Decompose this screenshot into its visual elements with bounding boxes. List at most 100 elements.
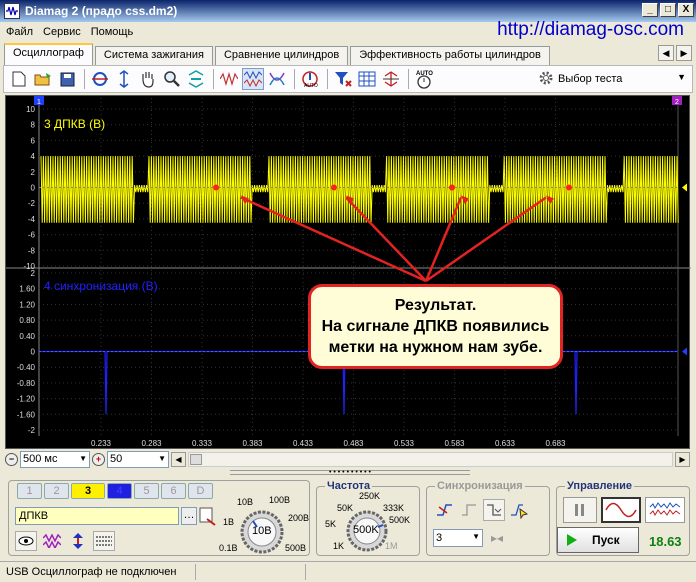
- tab-scroll-left-button[interactable]: ◀: [658, 45, 674, 61]
- sync-title: Синхронизация: [435, 480, 525, 492]
- chevron-down-icon[interactable]: ▼: [677, 72, 686, 82]
- tab-scroll-right-button[interactable]: ▶: [676, 45, 692, 61]
- sync-link-icon[interactable]: ▸◂: [491, 531, 503, 545]
- menu-service[interactable]: Сервис: [43, 26, 81, 38]
- sync-channel-combo[interactable]: 3 ▼: [433, 529, 483, 547]
- magnifier-icon[interactable]: [161, 68, 183, 90]
- zoom-out-button[interactable]: −: [5, 452, 18, 466]
- falling-edge-icon[interactable]: [458, 499, 480, 521]
- scroll-right-button[interactable]: ▶: [675, 451, 690, 467]
- save-icon[interactable]: [56, 68, 78, 90]
- timebase-combo[interactable]: 500 мс ▼: [20, 450, 90, 468]
- test-select-dropdown[interactable]: Выбор теста: [538, 68, 622, 90]
- tab-cylinder-efficiency[interactable]: Эффективность работы цилиндров: [350, 46, 550, 65]
- app-icon: [4, 3, 20, 19]
- waveform-style-icon[interactable]: [41, 531, 63, 551]
- test-select-label: Выбор теста: [558, 73, 623, 85]
- zoom-in-button[interactable]: +: [92, 452, 105, 466]
- close-button[interactable]: X: [678, 3, 694, 17]
- bottom-y-tick-label: -0.40: [17, 363, 36, 372]
- timebase-value: 500 мс: [23, 453, 58, 465]
- filter-icon[interactable]: [332, 68, 354, 90]
- tab-ignition[interactable]: Система зажигания: [94, 46, 213, 65]
- cursor-2-label: 2: [675, 99, 679, 106]
- frequency-panel: Частота 250K 50K 333K 5K 500K 1K 1M 500K: [316, 480, 420, 556]
- range-label-01v: 0.1В: [219, 543, 238, 553]
- status-connection: USB Осциллограф не подключен: [6, 564, 196, 580]
- chevron-down-icon: ▼: [158, 453, 166, 463]
- zoom-vertical-icon[interactable]: [113, 68, 135, 90]
- callout-line-3: метки на нужном нам зубе.: [328, 339, 543, 356]
- bottom-y-tick-label: -1.20: [17, 395, 36, 404]
- callout-line-1: Результат.: [394, 297, 477, 314]
- range-label-200v: 200В: [288, 513, 310, 523]
- minimize-button[interactable]: _: [642, 3, 658, 17]
- zoom-combo[interactable]: 50 ▼: [107, 450, 169, 468]
- waveform-stack-icon[interactable]: [242, 68, 264, 90]
- window-title: Diamag 2 (прадо css.dm2): [25, 4, 178, 18]
- channel-4-label: 4 синхронизация (В): [44, 279, 158, 293]
- scroll-track[interactable]: [188, 451, 673, 467]
- frequency-knob[interactable]: 500K: [345, 509, 389, 553]
- frequency-value: 500K: [353, 524, 379, 536]
- range-label-500v: 500В: [285, 543, 307, 553]
- cursor-lines-icon[interactable]: [380, 68, 402, 90]
- eye-icon[interactable]: [15, 531, 37, 551]
- panel-splitter[interactable]: • • • • • • • • • •: [230, 469, 470, 476]
- waveform-split-icon[interactable]: [266, 68, 288, 90]
- start-button[interactable]: Пуск: [557, 527, 639, 553]
- offset-level-marker: [682, 347, 687, 356]
- new-file-icon[interactable]: [8, 68, 30, 90]
- chevron-down-icon: ▼: [79, 453, 87, 463]
- channel-name-field[interactable]: ДПКВ: [15, 507, 179, 525]
- level-trigger-icon[interactable]: [483, 499, 505, 521]
- pause-button[interactable]: [563, 497, 597, 523]
- zoom-horizontal-icon[interactable]: [89, 68, 111, 90]
- x-tick-label: 0.283: [141, 439, 162, 448]
- maximize-button[interactable]: □: [660, 3, 676, 17]
- channel-export-icon[interactable]: [199, 505, 217, 530]
- start-button-label: Пуск: [592, 533, 620, 547]
- oscilloscope-display[interactable]: 10 8 6 4 2 0 -2 -4 -6 -8 -10 2 1.60 1.20 0.80 0.40 0 -0.4…: [5, 95, 691, 449]
- top-y-tick-label: 8: [31, 121, 36, 130]
- sine-mode-button[interactable]: [601, 497, 641, 523]
- autoscale-icon[interactable]: [185, 68, 207, 90]
- channel-button-group: 1 2 3 4 5 6 D: [17, 483, 213, 499]
- toolbar-separator: [294, 69, 295, 89]
- trigger-level-marker: [682, 183, 687, 192]
- scroll-left-button[interactable]: ◀: [171, 451, 186, 467]
- bottom-y-tick-label: 0.40: [19, 332, 35, 341]
- menu-file[interactable]: Файл: [6, 26, 33, 38]
- gear-icon: [538, 70, 554, 89]
- channel-6-button[interactable]: 6: [161, 483, 186, 499]
- rising-edge-icon[interactable]: [433, 499, 455, 521]
- channel-4-button[interactable]: 4: [107, 483, 132, 499]
- bottom-y-tick-label: 0: [31, 348, 36, 357]
- channel-3-button[interactable]: 3: [71, 483, 105, 499]
- top-y-tick-label: -4: [28, 215, 36, 224]
- channel-2-button[interactable]: 2: [44, 483, 69, 499]
- top-y-tick-label: 4: [31, 152, 36, 161]
- channel-1-button[interactable]: 1: [17, 483, 42, 499]
- noise-mode-button[interactable]: [645, 497, 685, 523]
- channel-digital-button[interactable]: D: [188, 483, 213, 499]
- menu-help[interactable]: Помощь: [91, 26, 134, 38]
- auto-sync-cursor-icon[interactable]: [508, 499, 530, 521]
- channel-5-button[interactable]: 5: [134, 483, 159, 499]
- tab-oscilloscope[interactable]: Осциллограф: [4, 43, 93, 65]
- waveform-overlay-icon[interactable]: [218, 68, 240, 90]
- open-folder-icon[interactable]: [32, 68, 54, 90]
- chevron-down-icon: ▼: [472, 532, 480, 541]
- hand-pan-icon[interactable]: [137, 68, 159, 90]
- table-icon[interactable]: [356, 68, 378, 90]
- auto-stopwatch-icon[interactable]: AUTO: [413, 68, 435, 90]
- tab-cylinder-compare[interactable]: Сравнение цилиндров: [214, 46, 349, 65]
- fps-readout: 18.63: [649, 534, 682, 549]
- auto-trigger-icon[interactable]: AUTO: [299, 68, 321, 90]
- vertical-offset-icon[interactable]: [67, 531, 89, 551]
- pause-icon: [575, 504, 584, 516]
- voltage-range-knob[interactable]: 10В: [239, 509, 285, 555]
- grid-lines-icon[interactable]: [93, 531, 115, 551]
- channel-name-browse-button[interactable]: …: [181, 507, 197, 525]
- scroll-thumb[interactable]: [190, 453, 202, 465]
